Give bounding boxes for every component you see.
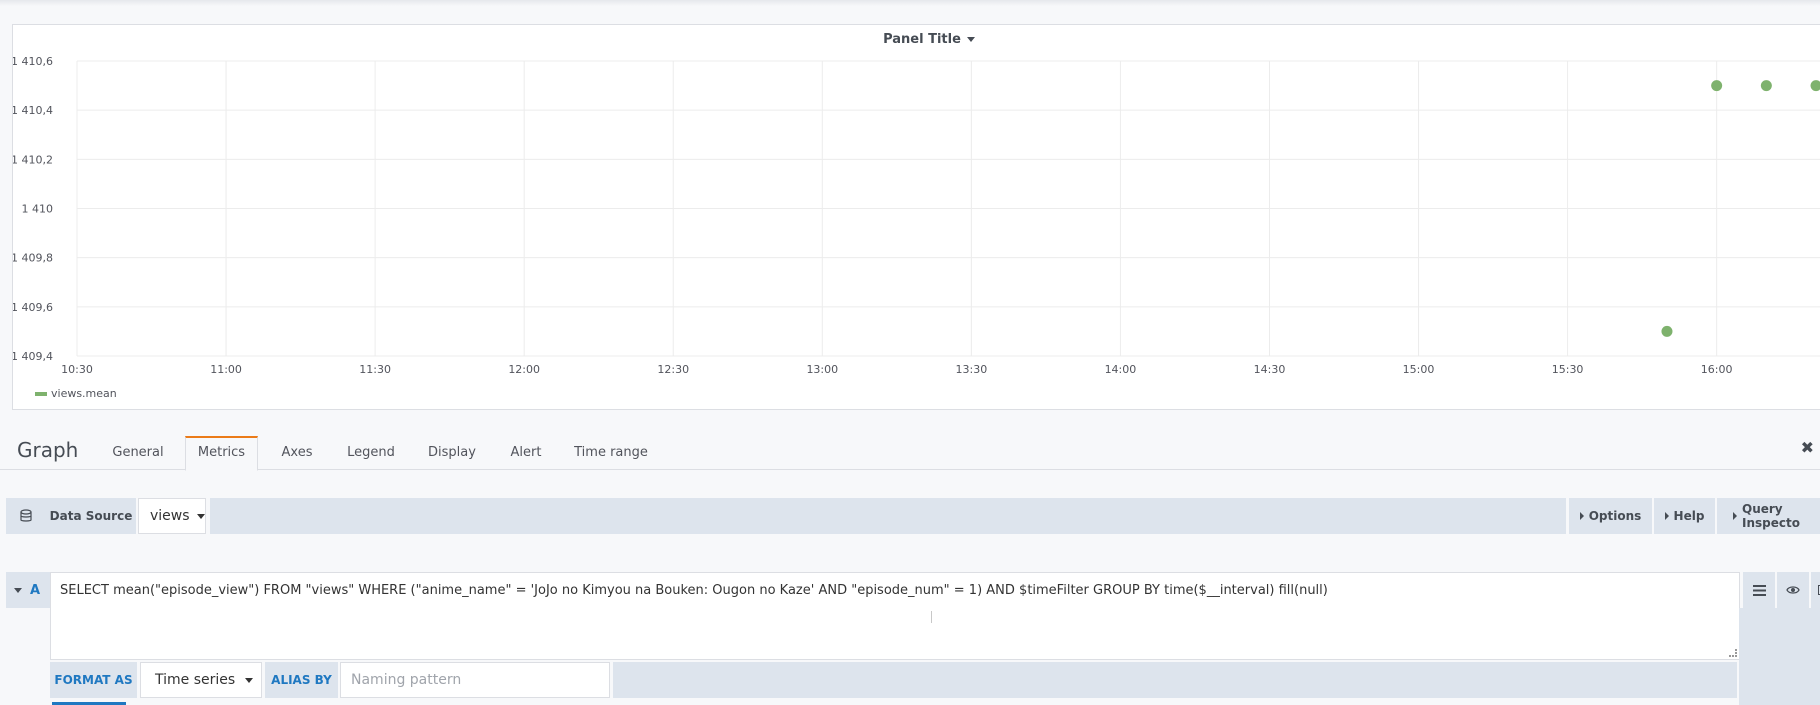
data-point[interactable] [1711,80,1723,92]
caret-right-icon [1664,512,1669,520]
format-value: Time series [155,672,236,688]
help-label: Help [1673,509,1705,523]
query-text: SELECT mean("episode_view") FROM "views"… [60,583,1328,598]
legend: views.mean [35,387,117,400]
text-cursor [931,611,932,623]
query-ref-id: A [30,582,41,598]
x-tick-label: 13:30 [956,363,988,376]
x-tick-label: 12:00 [508,363,540,376]
y-tick-label: 1 410,4 [13,104,53,117]
data-point[interactable] [1661,325,1673,337]
eye-icon[interactable] [1777,572,1809,608]
alias-input[interactable] [340,662,610,698]
y-tick-label: 1 409,4 [13,350,53,363]
x-tick-label: 15:30 [1552,363,1584,376]
y-tick-label: 1 410 [22,203,54,216]
editor-header: Graph General Metrics Axes Legend Displa… [0,428,1820,471]
y-tick-label: 1 410,2 [13,153,53,166]
tab-axes[interactable]: Axes [274,438,320,470]
data-point[interactable] [1760,80,1772,92]
editor-title: Graph [17,438,79,462]
trash-icon[interactable] [1811,572,1820,608]
x-tick-label: 11:00 [210,363,242,376]
x-tick-label: 14:30 [1254,363,1286,376]
chevron-down-icon [196,513,205,519]
tab-time-range[interactable]: Time range [571,438,651,470]
tab-display[interactable]: Display [420,438,484,470]
tab-alert[interactable]: Alert [503,438,549,470]
format-select[interactable]: Time series [140,662,262,698]
query-collapse-toggle[interactable]: A [6,572,50,608]
datasource-value: views [150,508,190,524]
y-tick-label: 1 409,8 [13,252,53,265]
y-tick-label: 1 409,6 [13,301,53,314]
help-button[interactable]: Help [1654,498,1715,534]
graph-panel: Panel Title 1 410,6 1 410,4 1 410,2 1 410 1 … [12,24,1820,410]
tab-metrics[interactable]: Metrics [185,436,258,471]
query-inspector-label: Query Inspecto [1742,502,1800,530]
datasource-row-filler [210,498,1566,534]
y-tick-label: 1 410,6 [13,55,53,68]
datasource-row: Data Source views Options Help Query Ins… [6,498,1820,534]
query-inspector-button[interactable]: Query Inspecto [1717,498,1820,534]
caret-right-icon [1579,512,1584,520]
format-row-filler [613,662,1737,698]
top-strip [0,0,1820,6]
query-editor[interactable]: SELECT mean("episode_view") FROM "views"… [50,572,1740,660]
caret-right-icon [1733,512,1737,520]
tab-legend[interactable]: Legend [341,438,401,470]
close-icon[interactable]: ✖ [1801,438,1814,457]
datasource-select[interactable]: views [138,498,206,534]
chevron-down-icon [245,677,253,683]
chevron-down-icon [14,587,22,593]
datasource-label: Data Source [46,498,136,534]
options-label: Options [1588,509,1642,523]
x-tick-label: 11:30 [359,363,391,376]
database-icon [6,498,46,534]
format-row: FORMAT AS Time series ALIAS BY [50,662,1820,698]
options-button[interactable]: Options [1569,498,1652,534]
chart-plot: 1 410,6 1 410,4 1 410,2 1 410 1 409,8 1 409,6… [13,55,1820,376]
x-tick-label: 14:00 [1105,363,1137,376]
alias-by-label: ALIAS BY [265,662,338,698]
legend-series-label[interactable]: views.mean [51,387,117,400]
data-point[interactable] [1810,80,1820,92]
x-tick-label: 15:00 [1403,363,1435,376]
x-tick-label: 16:00 [1701,363,1733,376]
x-tick-label: 13:00 [806,363,838,376]
resize-handle[interactable] [1729,649,1737,657]
x-tick-label: 10:30 [61,363,93,376]
tab-general[interactable]: General [103,438,173,470]
legend-swatch [35,391,47,396]
format-as-label: FORMAT AS [50,662,137,698]
hamburger-icon[interactable] [1743,572,1775,608]
x-tick-label: 12:30 [657,363,689,376]
